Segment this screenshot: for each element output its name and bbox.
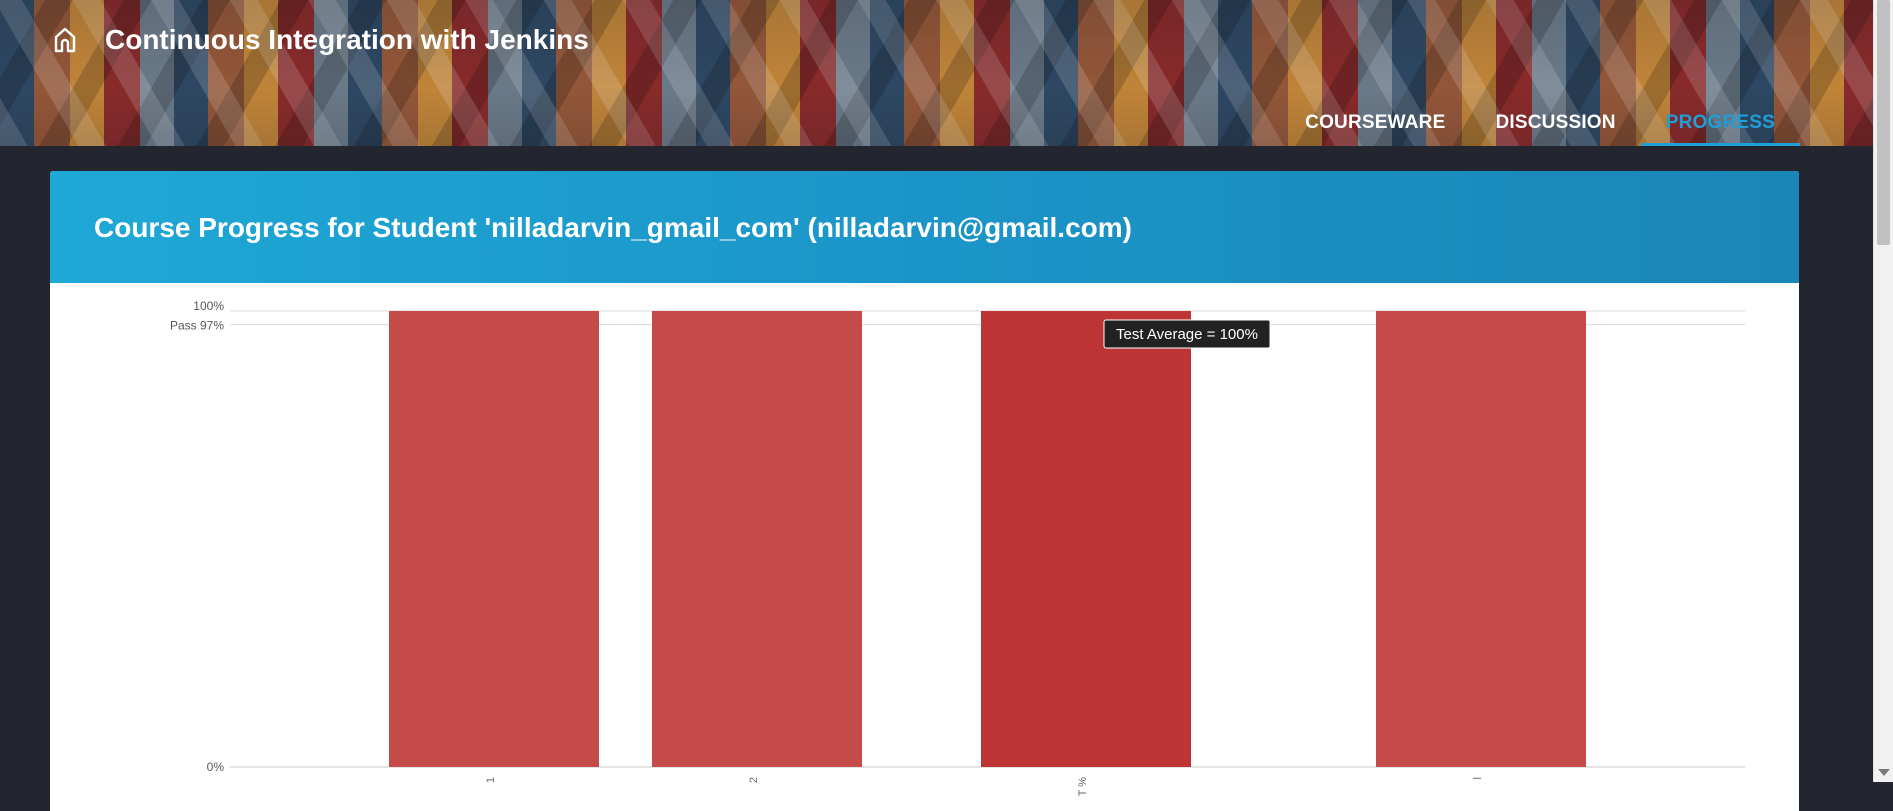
progress-card-header: Course Progress for Student 'nilladarvin… xyxy=(50,171,1799,283)
chart-bar xyxy=(1376,311,1586,767)
course-title: Continuous Integration with Jenkins xyxy=(105,24,589,55)
chart-bar xyxy=(981,311,1191,767)
x-tick-label: l xyxy=(1472,777,1484,779)
home-icon[interactable] xyxy=(50,24,80,54)
tab-courseware[interactable]: COURSEWARE xyxy=(1280,104,1470,146)
tab-discussion[interactable]: DISCUSSION xyxy=(1470,104,1640,146)
chart-bar xyxy=(652,311,862,767)
chart-tooltip-text: Test Average = 100% xyxy=(1116,326,1258,343)
progress-chart-area: 100% Pass 97% 0% 1 2 T % l Test Average = 100% xyxy=(50,283,1799,811)
y-tick-label: 0% xyxy=(207,760,225,774)
tab-progress[interactable]: PROGRESS xyxy=(1640,104,1800,146)
x-tick-label: T % xyxy=(1077,777,1089,797)
progress-chart: 100% Pass 97% 0% 1 2 T % l Test Average = 100% xyxy=(170,299,1745,797)
course-tabs: COURSEWARE DISCUSSION PROGRESS xyxy=(1280,104,1873,146)
scrollbar-thumb[interactable] xyxy=(1877,0,1890,245)
progress-card: Course Progress for Student 'nilladarvin… xyxy=(50,171,1799,811)
page-scrollbar[interactable] xyxy=(1873,0,1893,782)
y-tick-label: Pass 97% xyxy=(170,319,224,333)
scroll-down-arrow-icon[interactable] xyxy=(1878,769,1890,776)
course-header-banner: Continuous Integration with Jenkins COUR… xyxy=(0,0,1873,146)
x-tick-label: 2 xyxy=(748,777,760,783)
progress-title: Course Progress for Student 'nilladarvin… xyxy=(94,212,1132,243)
x-tick-label: 1 xyxy=(485,777,497,783)
chart-bar xyxy=(389,311,599,767)
y-tick-label: 100% xyxy=(193,299,224,313)
